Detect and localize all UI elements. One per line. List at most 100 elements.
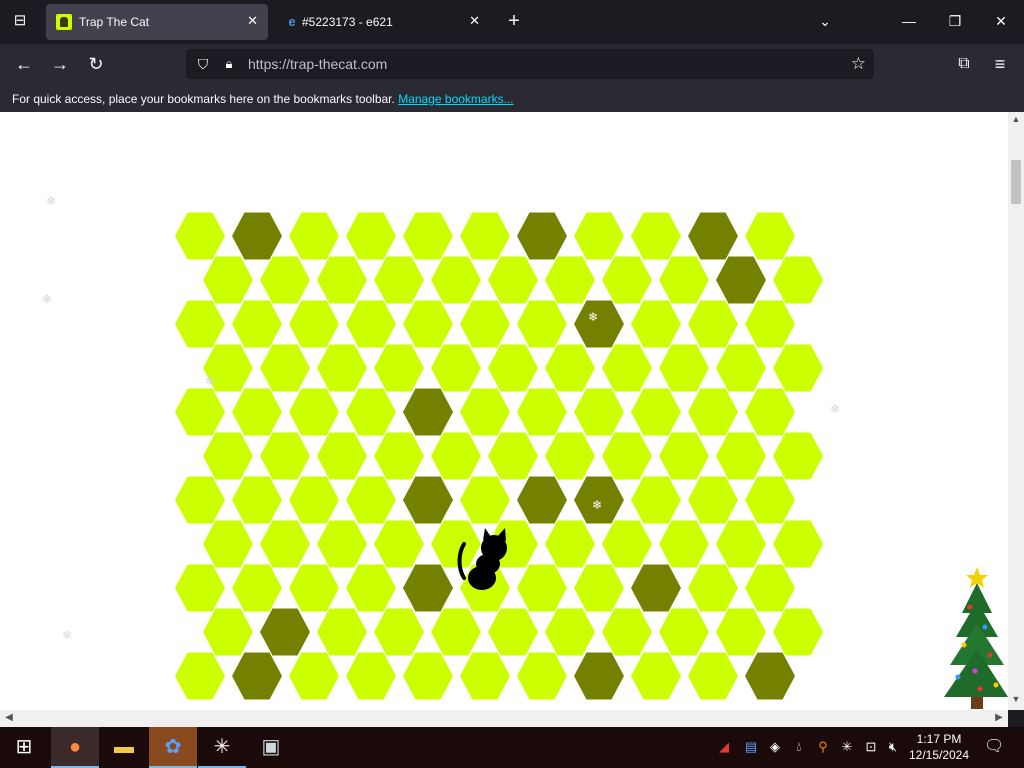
manage-bookmarks-link[interactable]: Manage bookmarks... xyxy=(398,92,513,106)
hex-cell[interactable] xyxy=(317,608,367,656)
hex-cell[interactable] xyxy=(574,212,624,260)
hex-cell[interactable] xyxy=(289,212,339,260)
hex-cell[interactable] xyxy=(175,476,225,524)
hex-cell[interactable] xyxy=(517,564,567,612)
firefox-icon[interactable]: ● xyxy=(51,727,99,768)
bookmark-star-icon[interactable]: ☆ xyxy=(851,54,866,74)
hex-cell[interactable] xyxy=(431,344,481,392)
hex-cell[interactable] xyxy=(374,256,424,304)
tab-e621[interactable]: e #5223173 - e621 ✕ xyxy=(274,4,490,40)
hex-cell[interactable] xyxy=(346,476,396,524)
hex-cell[interactable] xyxy=(175,564,225,612)
hex-cell[interactable] xyxy=(631,476,681,524)
hex-cell[interactable] xyxy=(745,476,795,524)
hex-cell[interactable] xyxy=(460,652,510,700)
hex-cell[interactable] xyxy=(175,652,225,700)
hex-cell[interactable] xyxy=(517,652,567,700)
hex-cell[interactable] xyxy=(631,300,681,348)
hex-cell[interactable] xyxy=(460,476,510,524)
hex-cell[interactable] xyxy=(403,652,453,700)
hex-cell[interactable] xyxy=(773,608,823,656)
hex-cell[interactable] xyxy=(602,256,652,304)
hex-cell[interactable] xyxy=(545,608,595,656)
scroll-left-icon[interactable]: ◀ xyxy=(2,712,16,726)
hex-cell[interactable] xyxy=(260,520,310,568)
hex-cell[interactable] xyxy=(431,608,481,656)
hex-cell[interactable] xyxy=(773,256,823,304)
hex-cell[interactable] xyxy=(203,608,253,656)
hex-cell[interactable] xyxy=(460,388,510,436)
network-icon[interactable]: ⊡ xyxy=(863,739,879,755)
hex-cell[interactable] xyxy=(289,476,339,524)
hex-cell[interactable] xyxy=(317,432,367,480)
photos-icon[interactable]: ▣ xyxy=(247,727,295,768)
forward-icon[interactable]: → xyxy=(48,52,72,76)
tab-overview-icon[interactable]: ⊟ xyxy=(9,10,31,32)
hex-cell[interactable] xyxy=(773,520,823,568)
menu-icon[interactable]: ≡ xyxy=(988,52,1012,76)
scroll-up-icon[interactable]: ▲ xyxy=(1008,114,1024,128)
hex-cell[interactable] xyxy=(232,300,282,348)
hex-cell[interactable] xyxy=(488,608,538,656)
restore-icon[interactable]: ❐ xyxy=(942,10,968,32)
hex-cell[interactable] xyxy=(659,520,709,568)
close-tab-icon[interactable]: ✕ xyxy=(247,13,258,29)
hex-cell[interactable] xyxy=(260,256,310,304)
hex-cell[interactable] xyxy=(545,256,595,304)
tracking-protection-shield-icon[interactable]: ⛉ xyxy=(194,55,212,73)
hex-cell[interactable] xyxy=(488,344,538,392)
vertical-scroll-thumb[interactable] xyxy=(1011,160,1021,204)
vertical-scrollbar[interactable]: ▲ ▼ xyxy=(1008,112,1024,710)
hex-cell[interactable] xyxy=(289,564,339,612)
hex-cell[interactable] xyxy=(374,344,424,392)
back-icon[interactable]: ← xyxy=(12,52,36,76)
hex-cell[interactable] xyxy=(175,212,225,260)
hex-cell[interactable] xyxy=(203,520,253,568)
extensions-icon[interactable]: ⧉ xyxy=(952,52,976,76)
hex-cell[interactable] xyxy=(602,608,652,656)
horizontal-scrollbar[interactable]: ◀ ▶ xyxy=(0,710,1008,727)
hex-cell[interactable] xyxy=(403,300,453,348)
close-tab-icon[interactable]: ✕ xyxy=(469,13,480,29)
hex-cell[interactable] xyxy=(688,564,738,612)
hex-cell[interactable] xyxy=(631,652,681,700)
hex-cell[interactable] xyxy=(659,608,709,656)
hex-cell[interactable] xyxy=(346,212,396,260)
hex-cell[interactable] xyxy=(175,300,225,348)
hex-cell[interactable] xyxy=(659,256,709,304)
hex-cell[interactable] xyxy=(488,256,538,304)
close-window-icon[interactable]: ✕ xyxy=(988,10,1014,32)
hex-cell[interactable] xyxy=(289,300,339,348)
hex-cell[interactable] xyxy=(260,432,310,480)
hex-cell[interactable] xyxy=(716,432,766,480)
tray-app-icon[interactable]: ◈ xyxy=(767,739,783,755)
asterisk-app-icon[interactable]: ✳ xyxy=(198,727,246,768)
hex-cell[interactable] xyxy=(374,432,424,480)
hex-cell[interactable] xyxy=(574,564,624,612)
hex-cell[interactable] xyxy=(631,388,681,436)
lock-icon[interactable]: 🔒︎ xyxy=(220,55,238,73)
hex-cell[interactable] xyxy=(773,432,823,480)
minimize-icon[interactable]: — xyxy=(896,10,922,32)
hex-cell[interactable] xyxy=(317,256,367,304)
hex-cell[interactable] xyxy=(545,344,595,392)
scroll-down-icon[interactable]: ▼ xyxy=(1008,694,1024,708)
hex-cell[interactable] xyxy=(431,256,481,304)
hex-cell[interactable] xyxy=(346,564,396,612)
hex-cell[interactable] xyxy=(545,520,595,568)
hex-cell[interactable] xyxy=(346,300,396,348)
reload-icon[interactable]: ↻ xyxy=(84,52,108,76)
hex-cell[interactable] xyxy=(688,652,738,700)
list-tabs-icon[interactable]: ⌄ xyxy=(812,10,838,32)
tray-drop-icon[interactable]: 💧︎ xyxy=(791,739,807,755)
hex-cell[interactable] xyxy=(203,344,253,392)
hex-cell[interactable] xyxy=(602,520,652,568)
hex-cell[interactable] xyxy=(602,344,652,392)
notifications-icon[interactable]: 🗨︎ xyxy=(984,739,1004,755)
hex-cell[interactable] xyxy=(659,432,709,480)
hex-cell[interactable] xyxy=(346,388,396,436)
hex-cell[interactable] xyxy=(460,212,510,260)
app-icon[interactable]: ✿ xyxy=(149,727,197,768)
hex-cell[interactable] xyxy=(346,652,396,700)
hex-cell[interactable] xyxy=(232,388,282,436)
